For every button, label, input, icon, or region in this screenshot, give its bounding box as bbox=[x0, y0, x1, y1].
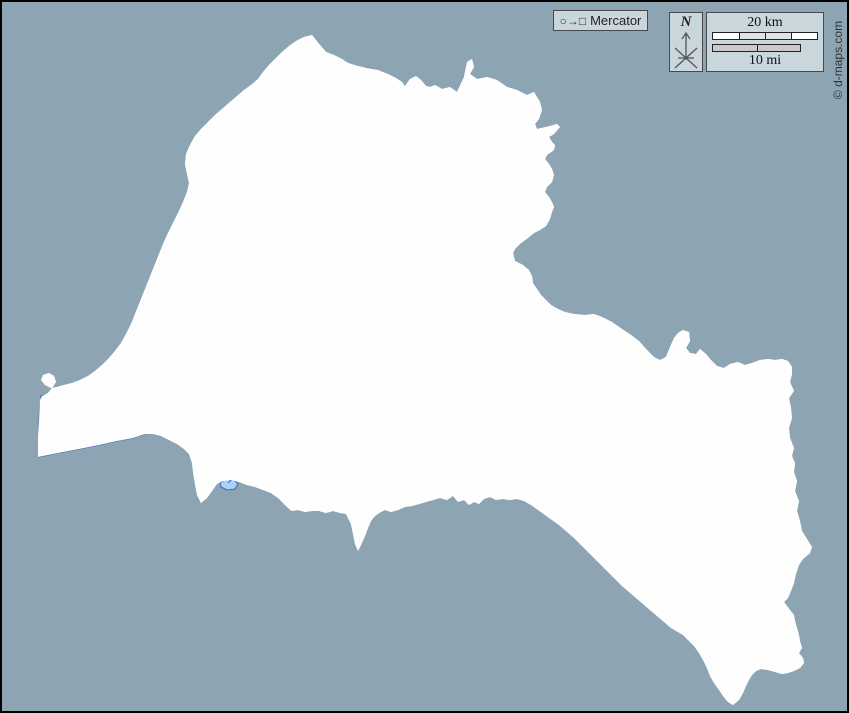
scale-mi-segment bbox=[756, 45, 800, 52]
projection-label: Mercator bbox=[590, 13, 642, 28]
scale-km-segment bbox=[713, 33, 739, 40]
scale-km-bar bbox=[712, 32, 818, 41]
compass-north-label: N bbox=[680, 14, 692, 30]
scale-mi-segment bbox=[713, 45, 757, 52]
scale-km-segment bbox=[765, 33, 791, 40]
scale-km-label: 20 km bbox=[747, 15, 783, 30]
map-canvas: ○→□ Mercator N 20 km 10 mi © d-maps.com bbox=[0, 0, 849, 713]
scale-bar-box: 20 km 10 mi bbox=[706, 12, 824, 72]
scale-km-segment bbox=[739, 33, 765, 40]
scale-mi-bar bbox=[712, 44, 801, 53]
scale-km-segment bbox=[791, 33, 817, 40]
scale-mi-label: 10 mi bbox=[748, 53, 782, 69]
compass-rose-icon bbox=[674, 31, 698, 69]
projection-icon: ○→□ bbox=[559, 13, 587, 28]
region-boundary bbox=[37, 34, 813, 706]
outline-map bbox=[37, 34, 813, 706]
copyright-text: © d-maps.com bbox=[831, 20, 845, 100]
projection-badge: ○→□ Mercator bbox=[553, 10, 648, 31]
compass-box: N bbox=[669, 12, 703, 72]
